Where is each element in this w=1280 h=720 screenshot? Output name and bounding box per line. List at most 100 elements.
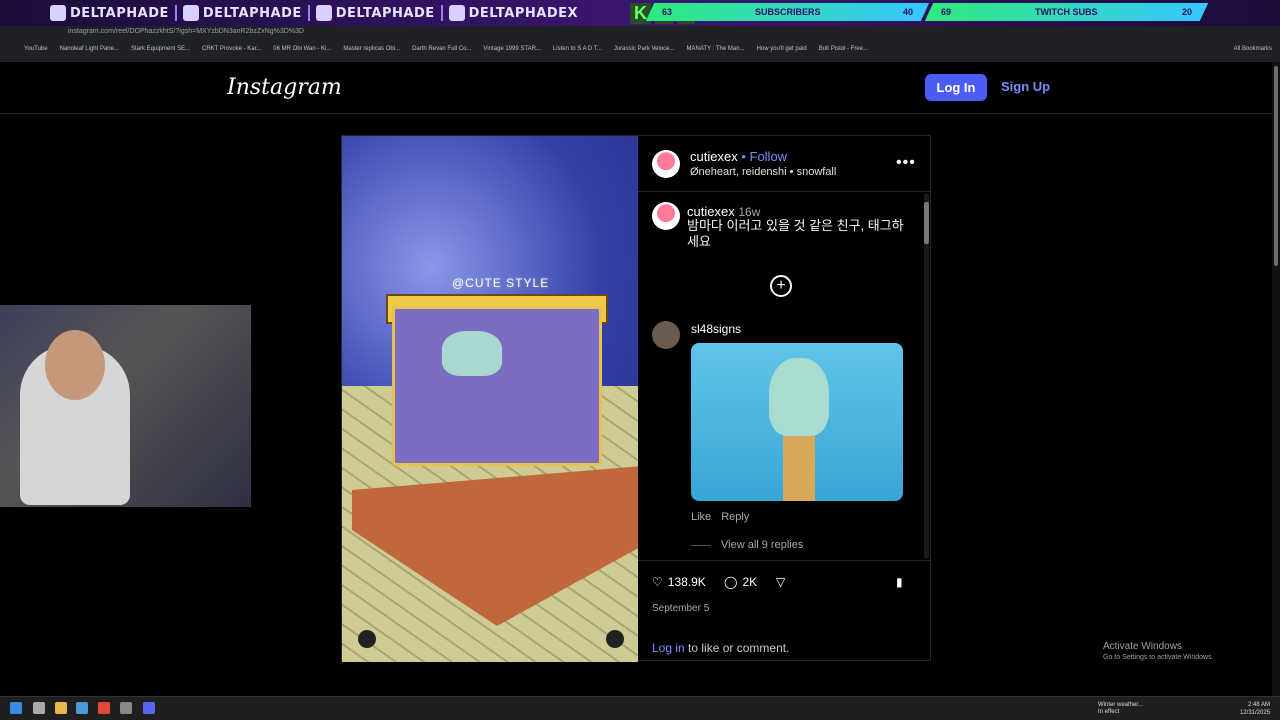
author-line: cutiexex • Follow: [690, 149, 787, 164]
bookmark-icon[interactable]: ▮: [896, 575, 903, 589]
comments-scrollbar[interactable]: [924, 194, 929, 558]
follow-button[interactable]: Follow: [750, 149, 788, 164]
mute-icon[interactable]: [606, 630, 624, 648]
instagram-header: Instagram Log In Sign Up: [0, 62, 1280, 114]
chrome-icon[interactable]: [98, 702, 110, 714]
clock-time: 2:48 AM: [1248, 702, 1271, 708]
bed: [392, 306, 602, 466]
reel-post: @CUTE STYLE cutiexex • Follow Øneheart, …: [341, 135, 931, 662]
post-date: September 5: [652, 603, 710, 614]
comment-count: 2K: [742, 575, 758, 589]
bookmark-item[interactable]: Listen to S A D T...: [553, 46, 602, 52]
tagged-user-icon[interactable]: [358, 630, 376, 648]
follow-dot: •: [741, 149, 750, 164]
gif-squidward-body: [783, 436, 815, 501]
youtube-tag: DELTAPHADE: [315, 5, 435, 21]
twitch-subs-goal: 69 TWITCH SUBS 20: [924, 3, 1209, 21]
commenter-avatar[interactable]: [652, 321, 680, 349]
youtube-icon: [315, 5, 332, 21]
share-icon[interactable]: ▽: [776, 575, 785, 589]
squidward-figure: [442, 331, 502, 376]
caption-author[interactable]: cutiexex: [687, 204, 735, 219]
more-options-icon[interactable]: •••: [896, 154, 916, 172]
weather-widget[interactable]: Winter weather... In effect: [1098, 702, 1143, 716]
post-actions: ♡ 138.9K ◯ 2K ▽ ▮ September 5 Log in to …: [638, 560, 931, 660]
instagram-tag: DELTAPHADE: [182, 5, 302, 21]
divider: [440, 5, 443, 21]
bookmark-item[interactable]: Darth Revan Full Co...: [412, 46, 471, 52]
bookmark-item[interactable]: CRKT Provoke - Kar...: [202, 46, 261, 52]
webcam-overlay: [0, 305, 251, 507]
bookmark-item[interactable]: Master replicas Obi...: [343, 46, 400, 52]
comment-icon[interactable]: ◯: [724, 575, 737, 589]
comment-action[interactable]: ◯ 2K: [724, 575, 757, 589]
login-button[interactable]: Log In: [925, 74, 987, 101]
caption-text: 밤마다 이러고 있을 것 같은 친구, 태그하세요: [687, 218, 904, 249]
page-scrollbar[interactable]: [1272, 62, 1280, 696]
instagram-logo[interactable]: Instagram: [227, 75, 342, 100]
bookmark-item[interactable]: Nanoleaf Light Pane...: [60, 46, 119, 52]
post-header: cutiexex • Follow Øneheart, reidenshi • …: [638, 136, 931, 192]
browser-chrome: instagram.com/reel/DOPhazzkhtS/?igsh=MXY…: [0, 26, 1280, 62]
heart-icon[interactable]: ♡: [652, 575, 663, 589]
comment-gif: [691, 343, 903, 501]
comments-section: cutiexex 16w 밤마다 이러고 있을 것 같은 친구, 태그하세요 +…: [638, 194, 931, 558]
caption-author-line: cutiexex 16w: [687, 204, 760, 219]
all-bookmarks-button[interactable]: All Bookmarks: [1234, 46, 1272, 52]
signup-link[interactable]: Sign Up: [1001, 79, 1050, 94]
view-replies-button[interactable]: View all 9 replies: [691, 539, 803, 551]
audio-track[interactable]: Øneheart, reidenshi • snowfall: [690, 166, 836, 178]
bookmark-item[interactable]: YouTube: [24, 46, 48, 52]
twitch-tag: DELTAPHADE: [50, 5, 169, 21]
like-action[interactable]: ♡ 138.9K: [652, 575, 706, 589]
scrollbar-thumb[interactable]: [1274, 66, 1278, 266]
commenter-name[interactable]: sl48signs: [691, 322, 741, 336]
comment-like-button[interactable]: Like: [691, 511, 711, 523]
comment-actions: Like Reply: [691, 511, 749, 523]
bookmark-item[interactable]: 06 MR Obi Wan - Ki...: [273, 46, 331, 52]
replies-line: [691, 544, 711, 546]
reel-video[interactable]: @CUTE STYLE: [342, 136, 638, 662]
system-clock[interactable]: 2:48 AM 12/31/2025: [1240, 701, 1270, 717]
login-prompt-text: to like or comment.: [684, 641, 790, 655]
search-icon[interactable]: [33, 702, 45, 714]
post-sidebar: cutiexex • Follow Øneheart, reidenshi • …: [638, 136, 931, 660]
steam-icon[interactable]: [76, 702, 88, 714]
video-watermark: @CUTE STYLE: [452, 276, 550, 290]
twitch-icon: [50, 5, 66, 21]
load-more-comments-icon[interactable]: +: [770, 275, 792, 297]
author-name[interactable]: cutiexex: [690, 149, 738, 164]
author-avatar[interactable]: [652, 150, 680, 178]
save-action[interactable]: ▮: [896, 575, 903, 589]
bookmark-item[interactable]: Stark Equipment SE...: [131, 46, 190, 52]
app-icon[interactable]: [120, 702, 132, 714]
bookmark-item[interactable]: MANATY : The Man...: [687, 46, 745, 52]
comment-reply-button[interactable]: Reply: [721, 511, 749, 523]
address-bar[interactable]: instagram.com/reel/DOPhazzkhtS/?igsh=MXY…: [68, 28, 304, 35]
windows-taskbar: Winter weather... In effect 2:48 AM 12/3…: [0, 696, 1280, 720]
bookmark-item[interactable]: How you'll get paid: [757, 46, 807, 52]
activate-windows-watermark: Activate Windows Go to Settings to activ…: [1103, 641, 1214, 661]
divider: [174, 5, 177, 21]
discord-icon[interactable]: [143, 702, 155, 714]
like-count: 138.9K: [667, 575, 706, 589]
twitter-icon: [448, 5, 465, 21]
comments-scroll-thumb[interactable]: [924, 202, 929, 244]
caption-time: 16w: [738, 205, 761, 219]
clock-date: 12/31/2025: [1240, 710, 1271, 716]
bookmark-item[interactable]: Vintage 1999 STAR...: [483, 46, 540, 52]
streamer-head: [45, 330, 105, 400]
activate-subtitle: Go to Settings to activate Windows.: [1103, 654, 1214, 661]
caption-avatar[interactable]: [652, 202, 680, 230]
stream-stats: 63 SUBSCRIBERS 40 69 TWITCH SUBS 20: [645, 3, 1209, 21]
weather-sub: In effect: [1098, 709, 1120, 715]
bookmark-item[interactable]: Jurassic Park Veloce...: [614, 46, 675, 52]
login-link[interactable]: Log in: [652, 641, 685, 655]
file-explorer-icon[interactable]: [55, 702, 67, 714]
start-icon[interactable]: [10, 702, 22, 714]
stream-overlay-bar: DELTAPHADE DELTAPHADE DELTAPHADE DELTAPH…: [0, 0, 1280, 26]
view-replies-label: View all 9 replies: [721, 539, 804, 551]
bookmark-item[interactable]: Bolt Pistol - Free...: [819, 46, 868, 52]
share-action[interactable]: ▽: [776, 575, 785, 589]
twitter-tag: DELTAPHADEX: [448, 5, 578, 21]
